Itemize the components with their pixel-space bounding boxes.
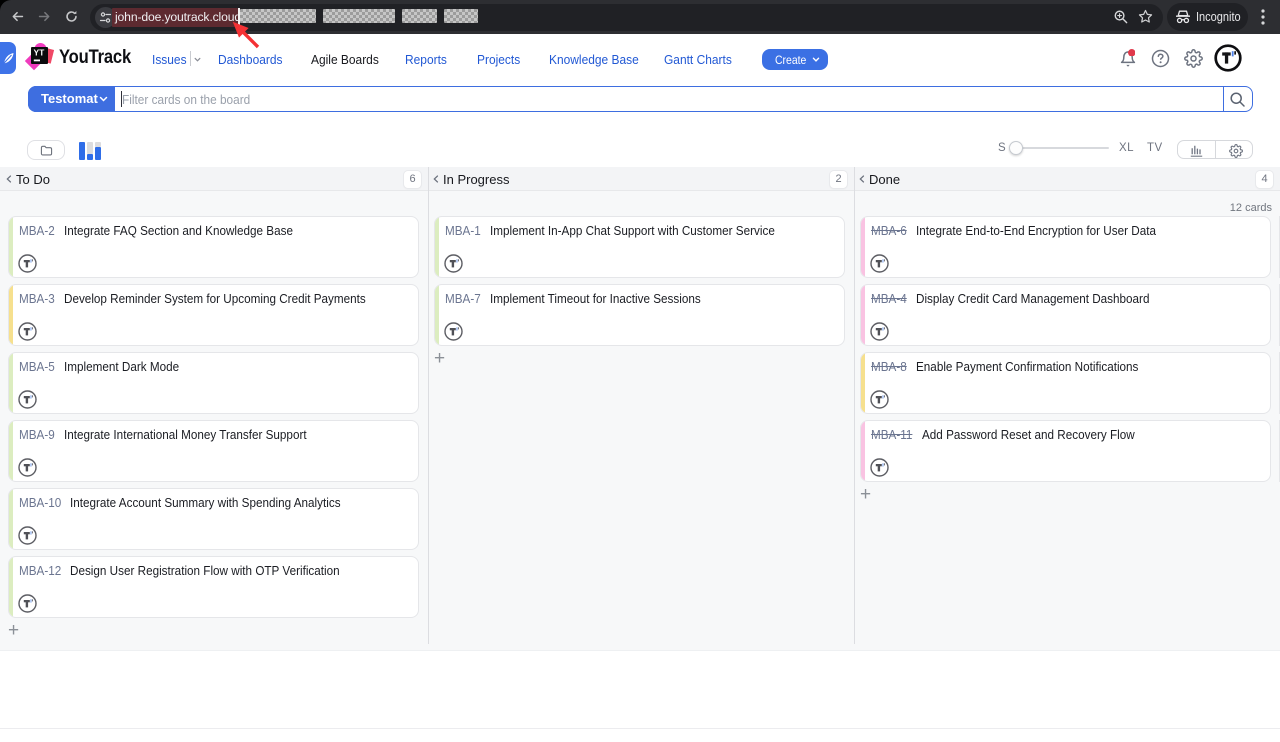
- svg-text:YT: YT: [34, 48, 46, 58]
